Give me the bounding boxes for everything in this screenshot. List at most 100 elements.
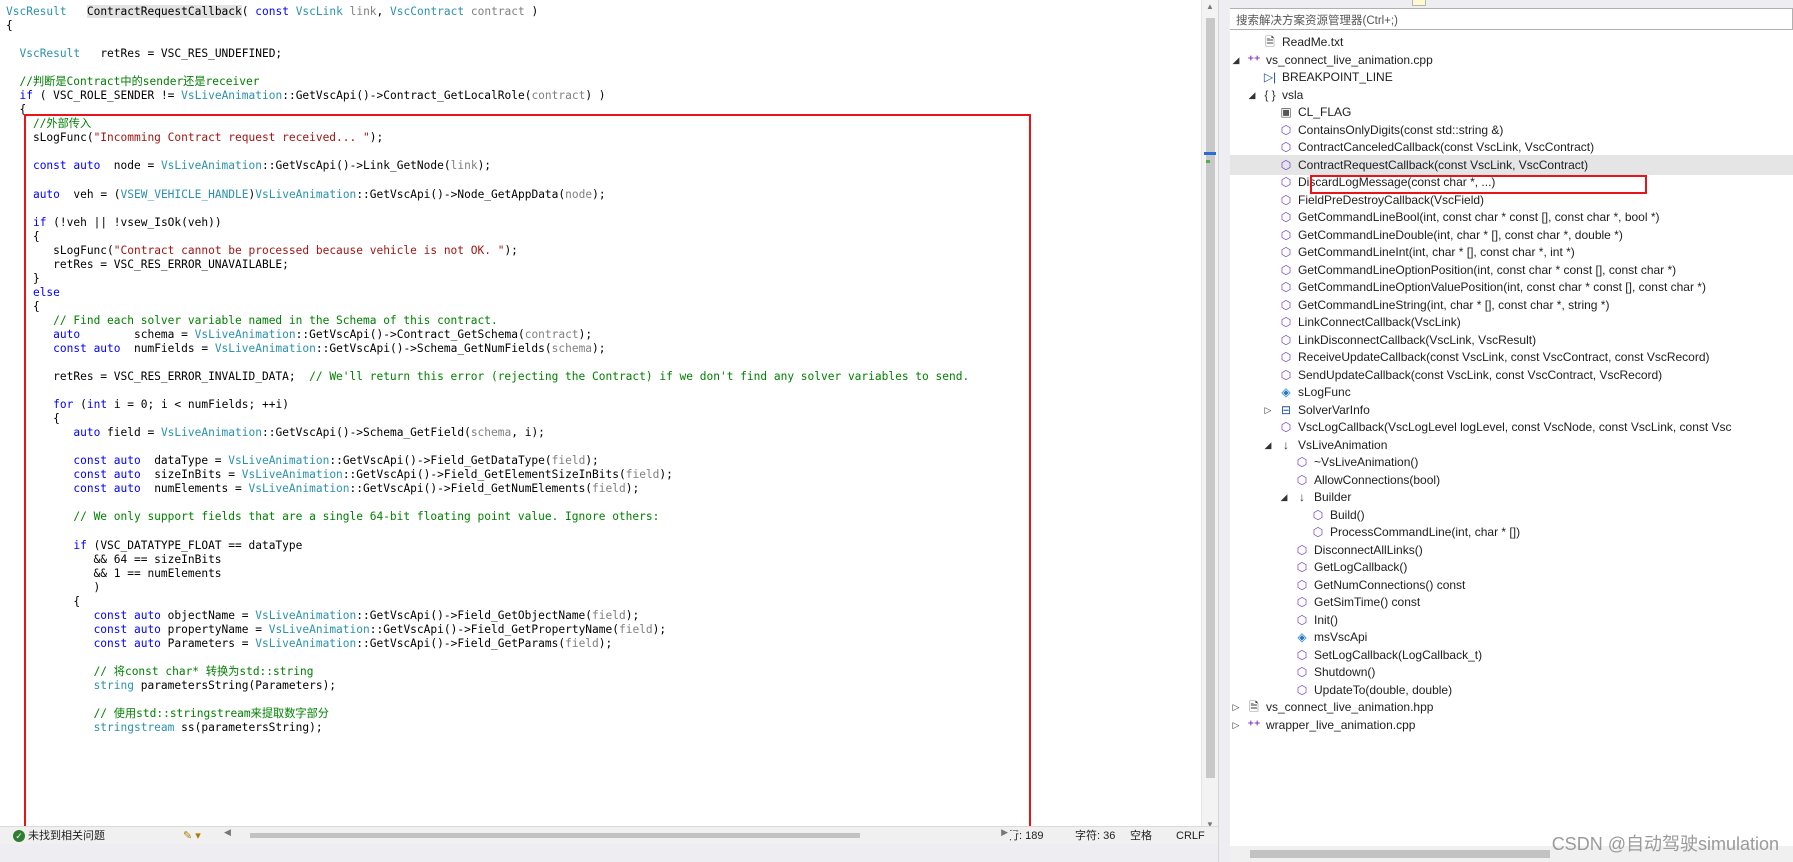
whitespace-indicator[interactable]: 空格: [1130, 829, 1152, 843]
method-icon: ⬡: [1296, 542, 1308, 557]
tree-node[interactable]: ▷ ⁺⁺ wrapper_live_animation.cpp: [1230, 715, 1793, 735]
editor-vertical-scrollbar[interactable]: ▲ ▼: [1201, 0, 1218, 832]
explorer-toolbar: [1230, 0, 1793, 8]
editor-horizontal-scrollbar[interactable]: ◀ ▶: [216, 827, 1016, 839]
scroll-left-icon[interactable]: ◀: [224, 827, 231, 838]
code-token: VsLiveAnimation: [160, 426, 262, 440]
scroll-up-icon[interactable]: ▲: [1202, 0, 1218, 14]
struct-icon: ⊟: [1280, 402, 1292, 417]
code-token: //外部传入: [6, 117, 92, 131]
code-token: numElements =: [140, 482, 249, 496]
code-line[interactable]: // We only support fields that are a sin…: [6, 509, 659, 525]
code-token: );: [598, 636, 613, 650]
code-line[interactable]: const auto node = VsLiveAnimation::GetVs…: [6, 158, 491, 174]
code-line[interactable]: sLogFunc("Incomming Contract request rec…: [6, 130, 383, 146]
code-line[interactable]: auto veh = (VSEW_VEHICLE_HANDLE)VsLiveAn…: [6, 187, 606, 203]
code-line[interactable]: stringstream ss(parametersString);: [6, 720, 323, 736]
issues-status[interactable]: 未找到相关问题: [28, 829, 105, 843]
code-token: ::: [295, 327, 310, 341]
code-token: // 使用std::stringstream来提取数字部分: [93, 707, 329, 720]
code-line[interactable]: retRes = VSC_RES_ERROR_UNAVAILABLE;: [6, 257, 289, 273]
code-token: contract: [531, 89, 586, 103]
code-token: VsLiveAnimation: [194, 327, 296, 341]
code-token: // We'll return this error (rejecting th…: [309, 370, 970, 384]
code-token: );: [477, 159, 492, 173]
code-token: field: [565, 636, 599, 650]
panel-splitter[interactable]: [1218, 0, 1230, 862]
code-line[interactable]: VscResult retRes = VSC_RES_UNDEFINED;: [6, 46, 282, 62]
code-token: ::: [369, 622, 384, 636]
class-icon: ↓: [1283, 437, 1289, 452]
code-token: field =: [100, 426, 161, 440]
code-token: ()->Schema_GetField(: [336, 426, 471, 440]
scrollbar-thumb[interactable]: [250, 833, 860, 838]
solution-tree: 🗎 ReadMe.txt ◢ ⁺⁺ vs_connect_live_animation.…: [1230, 32, 1793, 838]
code-token: auto: [73, 426, 101, 440]
toolbar-button[interactable]: [1412, 0, 1426, 6]
code-token: {: [6, 594, 81, 608]
line-ending-indicator[interactable]: CRLF: [1176, 829, 1205, 843]
method-icon: ⬡: [1280, 122, 1292, 137]
method-icon: ⬡: [1296, 682, 1308, 697]
code-token: && 64 == sizeInBits: [6, 552, 222, 566]
code-token: schema: [551, 341, 593, 355]
code-line[interactable]: retRes = VSC_RES_ERROR_INVALID_DATA; // …: [6, 369, 969, 385]
brush-icon[interactable]: ✎ ▾: [183, 829, 201, 843]
code-token: VscResult: [6, 5, 67, 18]
scroll-right-icon[interactable]: ▶: [1001, 827, 1008, 838]
code-token: );: [585, 454, 599, 468]
code-token: VsLiveAnimation: [255, 608, 357, 622]
class-icon: ↓: [1299, 490, 1305, 504]
code-token: GetVscApi: [329, 341, 390, 355]
code-editor[interactable]: VscResult ContractRequestCallback( const…: [0, 0, 1218, 838]
code-token: stringstream: [93, 721, 175, 735]
macro-icon: ▷|: [1263, 70, 1277, 84]
code-line[interactable]: VscResult ContractRequestCallback( const…: [6, 4, 538, 20]
code-token: Parameters =: [160, 636, 256, 650]
scrollbar-thumb[interactable]: [1250, 850, 1550, 858]
code-token: ()->Field_GetNumElements(: [423, 482, 593, 496]
column-indicator[interactable]: 字符: 36: [1075, 829, 1115, 843]
code-line[interactable]: {: [6, 18, 13, 34]
expand-arrow-icon[interactable]: ▷: [1230, 715, 1242, 735]
code-line[interactable]: const auto Parameters = VsLiveAnimation:…: [6, 636, 613, 652]
code-line[interactable]: if ( VSC_ROLE_SENDER != VsLiveAnimation:…: [6, 88, 605, 104]
method-icon: ⬡: [1296, 647, 1308, 662]
method-icon: ⬡: [1280, 280, 1292, 294]
code-line[interactable]: string parametersString(Parameters);: [6, 678, 337, 694]
code-token: VsLiveAnimation: [248, 482, 350, 496]
code-token: field: [618, 622, 653, 636]
code-token: if: [73, 538, 87, 552]
code-token: "Incomming Contract request received... …: [93, 131, 370, 145]
code-token: ::: [342, 468, 357, 482]
code-line[interactable]: const auto numElements = VsLiveAnimation…: [6, 481, 639, 497]
code-token: link: [349, 5, 377, 18]
scrollbar-thumb[interactable]: [1206, 18, 1215, 778]
code-token: // We only support fields that are a sin…: [73, 510, 660, 524]
code-token: {: [6, 299, 40, 313]
code-token: );: [652, 622, 667, 636]
scroll-marker: [1206, 160, 1210, 163]
code-line[interactable]: auto field = VsLiveAnimation::GetVscApi(…: [6, 425, 545, 441]
code-token: VsLiveAnimation: [241, 468, 343, 482]
method-icon: ⬡: [1280, 350, 1292, 364]
code-token: );: [592, 187, 606, 201]
method-icon: ⬡: [1280, 157, 1292, 172]
variable-icon: ◈: [1281, 385, 1291, 399]
code-token: field: [551, 454, 586, 468]
search-input[interactable]: 搜索解决方案资源管理器(Ctrl+;): [1230, 8, 1793, 30]
code-line[interactable]: const auto numFields = VsLiveAnimation::…: [6, 341, 605, 357]
code-token: numFields =: [120, 341, 215, 355]
code-token: GetVscApi: [363, 482, 424, 496]
method-icon: ⬡: [1280, 297, 1292, 312]
